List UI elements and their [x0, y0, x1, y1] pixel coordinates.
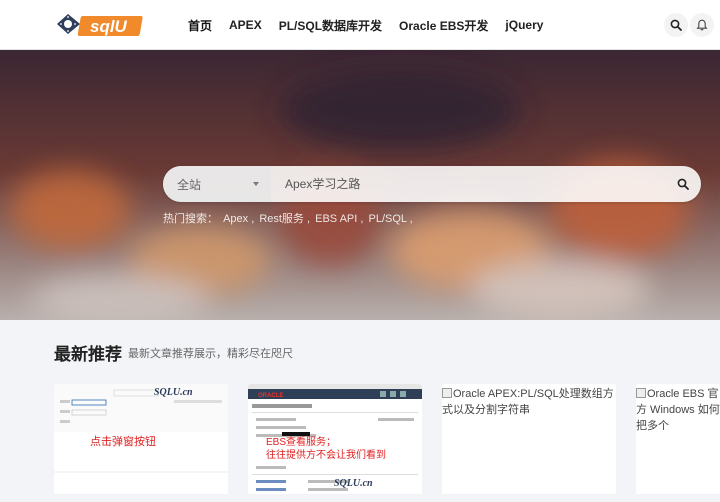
- nav-oracle-ebs[interactable]: Oracle EBS开发: [399, 17, 488, 34]
- logo-text: sqlU: [90, 17, 128, 36]
- caret-down-icon: [253, 182, 259, 186]
- article-card[interactable]: Oracle APEX:PL/SQL处理数组方式以及分割字符串: [442, 384, 616, 502]
- article-card[interactable]: Oracle EBS 官方 Windows 如何把多个: [636, 384, 720, 502]
- bell-icon: [696, 19, 708, 31]
- search-icon: [677, 178, 689, 190]
- nav-apex[interactable]: APEX: [229, 18, 262, 32]
- thumb-caption-line2: 往往提供方不会让我们看到: [266, 448, 386, 461]
- page-bottom: [0, 494, 720, 502]
- thumb-caption-line1: EBS查看服务；: [266, 435, 336, 448]
- hero-search-input[interactable]: [271, 166, 665, 202]
- hot-term[interactable]: EBS API ,: [315, 213, 363, 225]
- thumb-brand: SQLU.cn: [154, 387, 193, 398]
- nav-jquery[interactable]: jQuery: [505, 18, 543, 32]
- broken-image-icon: [442, 388, 452, 398]
- thumb-caption: 点击弹窗按钮: [90, 434, 156, 448]
- broken-image-icon: [636, 388, 646, 398]
- article-thumbnail: SQLU.cn 点击弹窗按钮: [54, 384, 228, 502]
- article-card[interactable]: SQLU.cn 点击弹窗按钮: [54, 384, 228, 502]
- thumb-brand: SQLU.cn: [334, 478, 373, 489]
- hero-search-box: 全站: [163, 166, 701, 202]
- broken-image-alt: Oracle EBS 官方 Windows 如何把多个: [636, 388, 720, 432]
- hero-search-submit[interactable]: [665, 166, 701, 202]
- hot-term[interactable]: PL/SQL ,: [368, 213, 412, 225]
- search-scope-select[interactable]: 全站: [163, 166, 271, 202]
- hot-searches: 热门搜索： Apex , Rest服务 , EBS API , PL/SQL ,: [163, 210, 415, 226]
- article-card[interactable]: ORACLE EBS查看服务； 往往提供方不会让我们看到 SQLU.cn: [248, 384, 422, 502]
- hot-searches-label: 热门搜索：: [163, 213, 218, 225]
- latest-section-title: 最新推荐: [54, 345, 122, 364]
- thumb-oracle-label: ORACLE: [258, 393, 283, 399]
- article-thumbnail: ORACLE EBS查看服务； 往往提供方不会让我们看到 SQLU.cn: [248, 384, 422, 502]
- header-notification-button[interactable]: [690, 13, 714, 37]
- top-header: sqlU 首页 APEX PL/SQL数据库开发 Oracle EBS开发 jQ…: [0, 0, 720, 50]
- main-nav: 首页 APEX PL/SQL数据库开发 Oracle EBS开发 jQuery: [188, 0, 560, 50]
- site-logo[interactable]: sqlU: [54, 10, 146, 38]
- nav-plsql[interactable]: PL/SQL数据库开发: [279, 17, 382, 34]
- broken-image-alt: Oracle APEX:PL/SQL处理数组方式以及分割字符串: [442, 388, 614, 416]
- header-search-button[interactable]: [664, 13, 688, 37]
- hot-term[interactable]: Apex ,: [223, 213, 254, 225]
- nav-home[interactable]: 首页: [188, 17, 212, 34]
- search-scope-label: 全站: [177, 177, 202, 192]
- hot-term[interactable]: Rest服务 ,: [259, 213, 310, 225]
- search-icon: [670, 19, 682, 31]
- hero-banner: 全站 热门搜索： Apex , Rest服务 , EBS API , PL/SQ…: [0, 50, 720, 320]
- latest-section-subtitle: 最新文章推荐展示，精彩尽在咫尺: [128, 348, 293, 360]
